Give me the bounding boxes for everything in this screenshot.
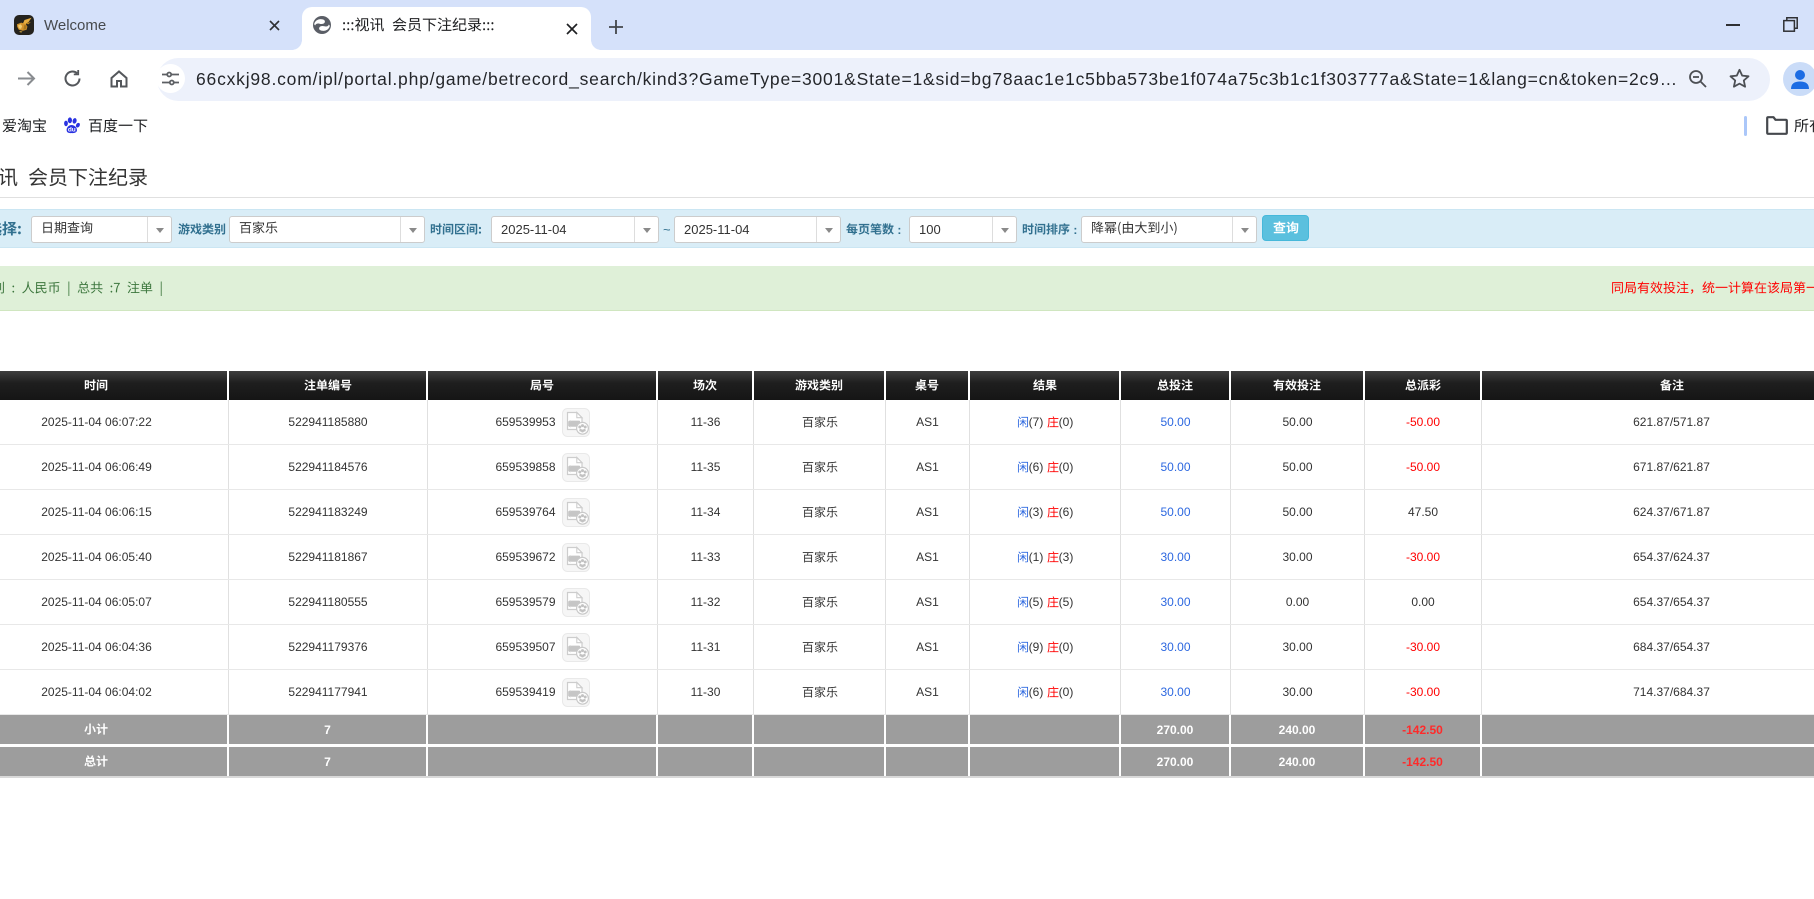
svg-text:du: du [68, 127, 76, 134]
